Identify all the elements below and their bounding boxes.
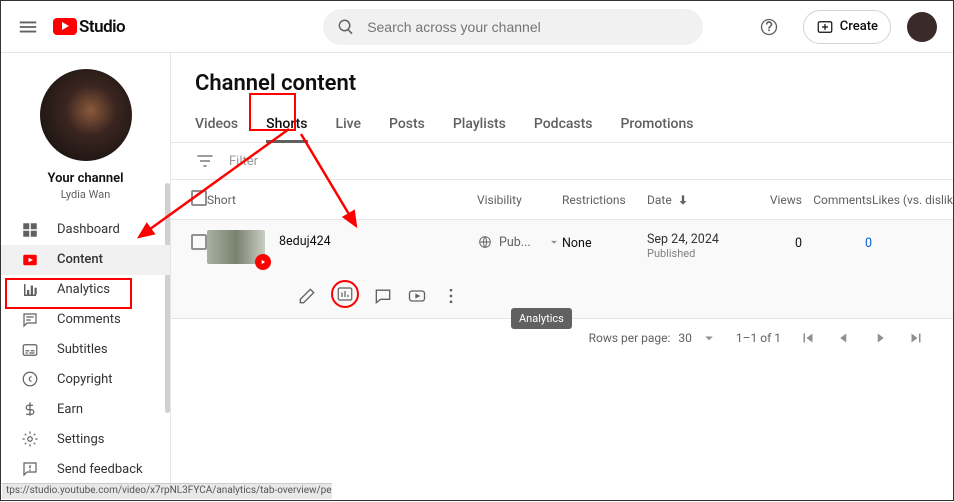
channel-block: Your channel Lydia Wan bbox=[1, 53, 170, 215]
scrollbar[interactable] bbox=[165, 183, 170, 413]
page-next-icon[interactable] bbox=[871, 329, 889, 347]
col-visibility[interactable]: Visibility bbox=[477, 193, 562, 207]
date-value: Sep 24, 2024 bbox=[647, 232, 747, 247]
sidebar-item-dashboard[interactable]: Dashboard bbox=[1, 215, 170, 245]
sidebar-item-earn[interactable]: Earn bbox=[1, 394, 170, 424]
video-title[interactable]: 8eduj424 bbox=[279, 234, 331, 249]
likes-value: – bbox=[872, 230, 953, 251]
account-avatar[interactable] bbox=[907, 12, 937, 42]
channel-name: Lydia Wan bbox=[1, 188, 170, 201]
sidebar-item-copyright[interactable]: Copyright bbox=[1, 364, 170, 394]
app-header: Studio Create bbox=[1, 1, 953, 53]
help-button[interactable] bbox=[751, 9, 787, 45]
sidebar-item-comments[interactable]: Comments bbox=[1, 305, 170, 335]
sidebar: Your channel Lydia Wan Dashboard Content… bbox=[1, 53, 171, 484]
select-all-checkbox[interactable] bbox=[191, 190, 207, 206]
chevron-down-icon[interactable] bbox=[700, 329, 718, 347]
studio-logo[interactable]: Studio bbox=[53, 17, 125, 37]
sidebar-item-label: Dashboard bbox=[57, 222, 120, 237]
channel-heading: Your channel bbox=[1, 171, 170, 186]
dashboard-icon bbox=[21, 221, 39, 239]
sidebar-item-label: Subtitles bbox=[57, 342, 108, 357]
copyright-icon bbox=[21, 370, 39, 388]
col-date[interactable]: Date bbox=[647, 193, 747, 207]
col-comments[interactable]: Comments bbox=[802, 193, 872, 207]
col-views[interactable]: Views bbox=[747, 193, 802, 207]
sidebar-item-label: Send feedback bbox=[57, 462, 143, 477]
arrow-down-icon bbox=[676, 193, 690, 207]
search-input[interactable] bbox=[365, 18, 689, 36]
sidebar-item-settings[interactable]: Settings bbox=[1, 424, 170, 454]
comments-action-icon[interactable] bbox=[373, 286, 393, 306]
search-icon bbox=[337, 18, 355, 36]
create-button[interactable]: Create bbox=[803, 10, 891, 44]
shorts-badge-icon bbox=[255, 254, 271, 270]
more-icon[interactable] bbox=[441, 286, 461, 306]
row-checkbox[interactable] bbox=[191, 234, 207, 250]
tab-live[interactable]: Live bbox=[336, 106, 361, 142]
tab-podcasts[interactable]: Podcasts bbox=[534, 106, 593, 142]
sidebar-item-label: Comments bbox=[57, 312, 121, 327]
tab-promotions[interactable]: Promotions bbox=[621, 106, 694, 142]
chevron-down-icon bbox=[547, 235, 561, 249]
annotation-shorts-highlight bbox=[249, 93, 296, 131]
studio-logo-text: Studio bbox=[79, 17, 125, 37]
annotation-content-highlight bbox=[5, 278, 132, 309]
visibility-selector[interactable]: Pub... bbox=[477, 234, 562, 250]
comments-value[interactable]: 0 bbox=[802, 230, 872, 251]
tab-videos[interactable]: Videos bbox=[195, 106, 238, 142]
filter-icon bbox=[195, 151, 215, 171]
sidebar-item-feedback[interactable]: Send feedback bbox=[1, 454, 170, 484]
content-icon bbox=[21, 251, 39, 269]
sidebar-item-subtitles[interactable]: Subtitles bbox=[1, 335, 170, 365]
sidebar-item-label: Earn bbox=[57, 402, 83, 417]
youtube-action-icon[interactable] bbox=[407, 286, 427, 306]
earn-icon bbox=[21, 400, 39, 418]
col-likes[interactable]: Likes (vs. dislike... bbox=[872, 193, 953, 207]
edit-icon[interactable] bbox=[297, 286, 317, 306]
page-first-icon[interactable] bbox=[799, 329, 817, 347]
date-sub: Published bbox=[647, 247, 747, 260]
browser-status-bar: tps://studio.youtube.com/video/x7rpNL3FY… bbox=[2, 483, 332, 499]
hamburger-icon[interactable] bbox=[17, 16, 39, 38]
col-restrictions[interactable]: Restrictions bbox=[562, 193, 647, 207]
video-thumbnail[interactable] bbox=[207, 230, 265, 264]
sidebar-item-content[interactable]: Content bbox=[1, 245, 170, 275]
create-label: Create bbox=[840, 19, 878, 34]
gear-icon bbox=[21, 430, 39, 448]
filter-bar[interactable]: Filter bbox=[171, 143, 953, 180]
range-label: 1–1 of 1 bbox=[736, 331, 781, 345]
table-row: 8eduj424 Pub... N bbox=[171, 220, 953, 319]
create-plus-icon bbox=[816, 18, 834, 36]
sidebar-item-label: Settings bbox=[57, 432, 104, 447]
body: Your channel Lydia Wan Dashboard Content… bbox=[1, 53, 953, 484]
help-icon bbox=[759, 17, 779, 37]
visibility-value: Pub... bbox=[499, 235, 531, 250]
globe-icon bbox=[477, 234, 493, 250]
sidebar-item-label: Copyright bbox=[57, 372, 113, 387]
tab-playlists[interactable]: Playlists bbox=[453, 106, 506, 142]
filter-label: Filter bbox=[229, 154, 258, 169]
sidebar-item-label: Content bbox=[57, 252, 103, 267]
restrictions-value: None bbox=[562, 230, 647, 251]
subtitles-icon bbox=[21, 341, 39, 359]
rows-per-page-label: Rows per page: bbox=[589, 331, 671, 345]
row-actions bbox=[297, 284, 477, 308]
tab-posts[interactable]: Posts bbox=[389, 106, 425, 142]
comments-icon bbox=[21, 311, 39, 329]
search-box[interactable] bbox=[323, 9, 703, 45]
channel-avatar[interactable] bbox=[40, 69, 132, 161]
analytics-action-highlight bbox=[331, 280, 359, 308]
views-value: 0 bbox=[747, 230, 802, 251]
page-prev-icon[interactable] bbox=[835, 329, 853, 347]
col-short[interactable]: Short bbox=[207, 193, 477, 207]
analytics-action-icon[interactable] bbox=[336, 285, 354, 303]
analytics-tooltip: Analytics bbox=[511, 308, 572, 329]
youtube-play-icon bbox=[53, 18, 77, 35]
feedback-icon bbox=[21, 460, 39, 478]
page-last-icon[interactable] bbox=[907, 329, 925, 347]
table-header: Short Visibility Restrictions Date Views… bbox=[171, 180, 953, 220]
rows-per-page-value[interactable]: 30 bbox=[678, 331, 692, 345]
